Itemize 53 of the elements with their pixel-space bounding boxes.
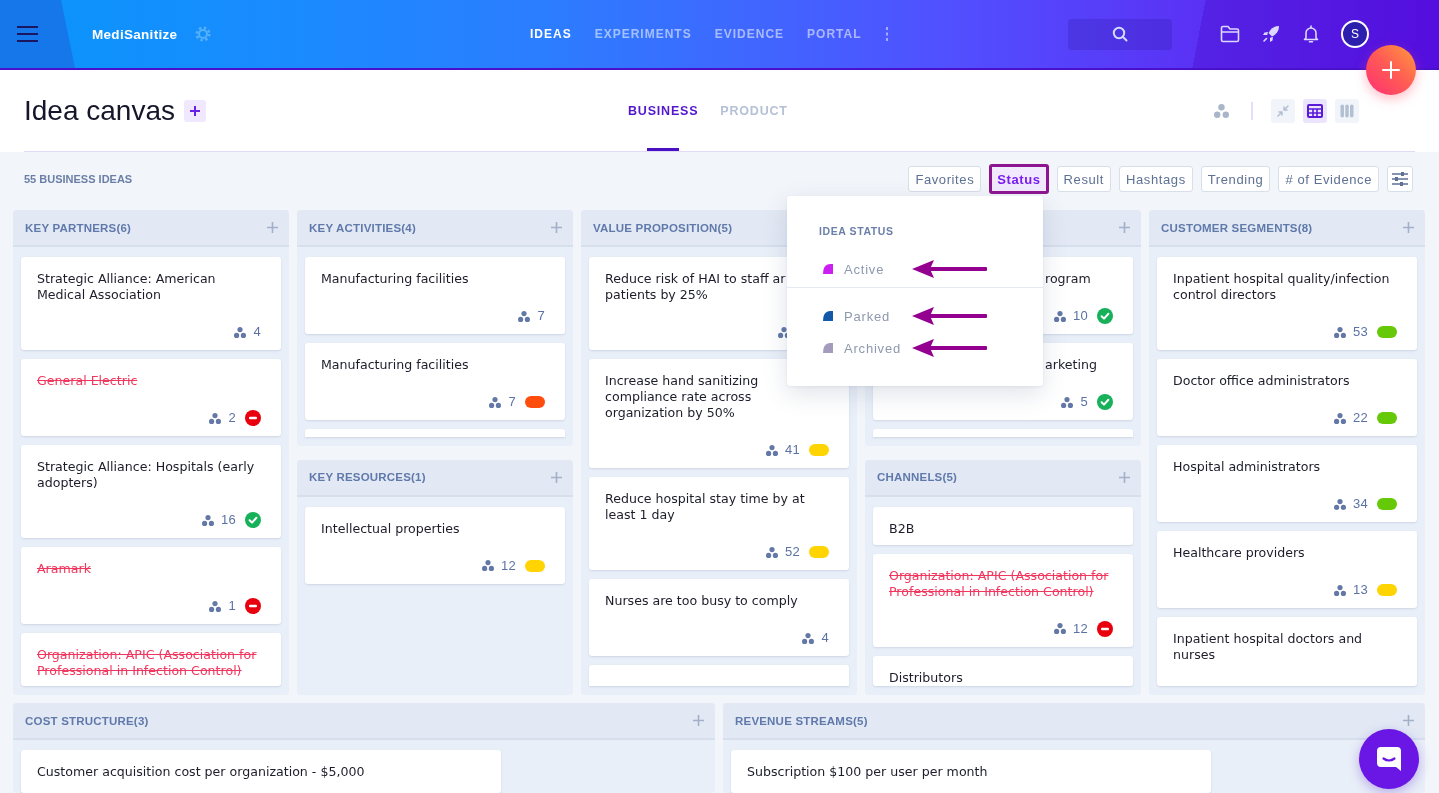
idea-title: Manufacturing facilities bbox=[321, 357, 469, 373]
idea-title: Healthcare providers bbox=[1173, 545, 1305, 561]
idea-title: Subscription $100 per user per month bbox=[747, 764, 988, 780]
member-count: 10 bbox=[1072, 308, 1088, 324]
idea-title: Distributors bbox=[889, 669, 963, 686]
idea-title: Inpatient hospital doctors and nurses bbox=[1173, 631, 1364, 663]
idea-title: Aramark bbox=[37, 561, 91, 577]
section-title: CHANNELS(5) bbox=[877, 471, 958, 483]
section-title: KEY PARTNERS(6) bbox=[25, 221, 132, 234]
section-title: REVENUE STREAMS(5) bbox=[735, 714, 868, 727]
member-count: 22 bbox=[1352, 410, 1368, 426]
idea-title: Reduce hospital stay time by at least 1 day bbox=[605, 491, 806, 523]
idea-title: Intellectual properties bbox=[321, 520, 460, 537]
member-count: 7 bbox=[508, 394, 516, 410]
idea-title: Organization: APIC (Association for Professional in Infection Control) bbox=[37, 647, 258, 679]
idea-title: Nurses are too busy to comply bbox=[605, 593, 798, 609]
member-count: 2 bbox=[228, 410, 236, 426]
member-count: 53 bbox=[1352, 324, 1368, 340]
idea-title: Doctor office administrators bbox=[1173, 373, 1350, 389]
idea-title: Hospital administrators bbox=[1173, 459, 1321, 475]
idea-title: Customer acquisition cost per organization - $5,000 bbox=[37, 764, 365, 780]
idea-title: Organization: APIC (Association for Professional in Infection Control) bbox=[889, 567, 1110, 600]
idea-count: 55 BUSINESS IDEAS bbox=[24, 172, 133, 187]
idea-title: arketing bbox=[1045, 357, 1097, 373]
brand-name: MediSanitize bbox=[92, 26, 178, 42]
member-count: 4 bbox=[253, 324, 261, 340]
member-count: 13 bbox=[1352, 582, 1368, 598]
idea-title: General Electric bbox=[37, 373, 138, 389]
section-title: CUSTOMER SEGMENTS(8) bbox=[1161, 221, 1313, 234]
member-count: 1 bbox=[228, 598, 236, 614]
idea-title: Reduce risk of HAI to staff ar patients by 25% bbox=[605, 271, 786, 303]
idea-title: Increase hand sanitizing compliance rate across organization by 50% bbox=[605, 373, 760, 421]
menu-heading: IDEA STATUS bbox=[819, 225, 894, 237]
idea-title: Strategic Alliance: Hospitals (early adopters) bbox=[37, 459, 256, 491]
section-title: VALUE PROPOSITION(5) bbox=[593, 221, 733, 234]
idea-title: B2B bbox=[889, 520, 915, 537]
idea-title: Manufacturing facilities bbox=[321, 271, 469, 287]
idea-title: Inpatient hospital quality/infection control directors bbox=[1173, 271, 1391, 303]
member-count: 4 bbox=[821, 630, 829, 646]
idea-title: Strategic Alliance: American Medical Association bbox=[37, 271, 217, 303]
member-count: 5 bbox=[1080, 394, 1088, 410]
section-title: KEY RESOURCES(1) bbox=[309, 471, 426, 483]
page-title: Idea canvas bbox=[24, 94, 175, 127]
member-count: 52 bbox=[784, 544, 800, 560]
member-count: 7 bbox=[537, 308, 545, 324]
section-title: COST STRUCTURE(3) bbox=[25, 714, 149, 727]
member-count: 34 bbox=[1352, 496, 1368, 512]
member-count: 12 bbox=[500, 557, 516, 574]
member-count: 16 bbox=[220, 512, 236, 528]
member-count: 12 bbox=[1072, 620, 1088, 637]
section-title: KEY ACTIVITIES(4) bbox=[309, 221, 416, 234]
idea-title: rogram bbox=[1045, 271, 1091, 287]
member-count: 41 bbox=[784, 442, 800, 458]
